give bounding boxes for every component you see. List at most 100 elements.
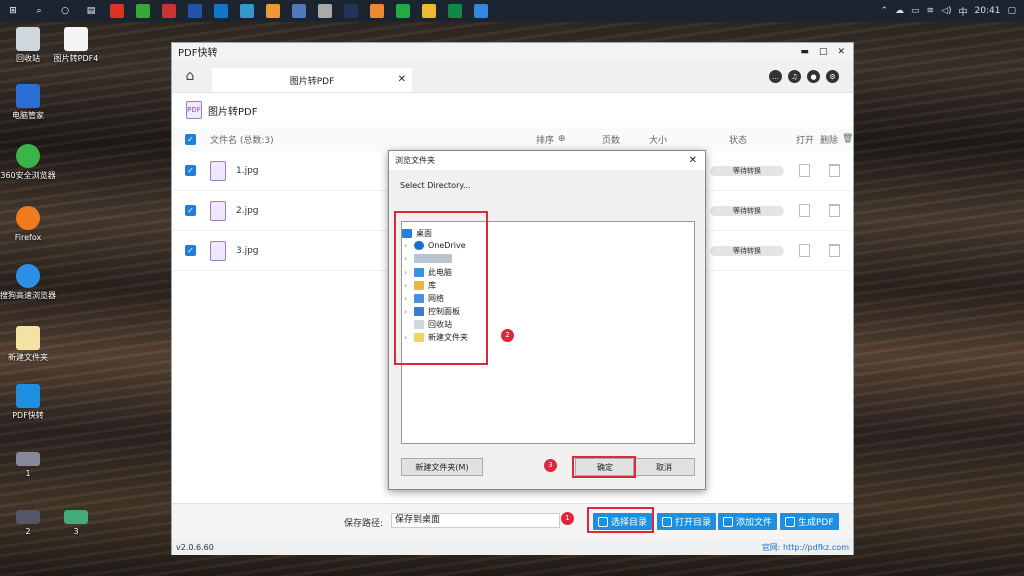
trash-icon[interactable]: [829, 244, 840, 257]
desktop-icon-sogou-browser[interactable]: 搜狗高速浏览器: [0, 264, 56, 301]
select-all-checkbox[interactable]: ✓: [185, 133, 196, 145]
search-icon[interactable]: ⌕: [32, 4, 46, 18]
desktop-icon-360-browser[interactable]: 360安全浏览器: [0, 144, 56, 181]
desktop-icon-pdf-kuaizhuan[interactable]: PDF快转: [0, 384, 56, 421]
excel-icon[interactable]: [448, 4, 462, 18]
status-badge: 等待转换: [710, 165, 784, 176]
chevron-up-icon[interactable]: ⌃: [880, 6, 888, 16]
app-icon-3[interactable]: [162, 4, 176, 18]
firefox-icon: [16, 206, 40, 230]
cortana-icon[interactable]: ○: [58, 4, 72, 18]
col-pages: 页数: [602, 135, 621, 146]
delete-all-icon[interactable]: 🗑: [842, 134, 853, 144]
notification-icon[interactable]: ▢: [1007, 6, 1016, 16]
app-icon-5[interactable]: [292, 4, 306, 18]
headset-icon[interactable]: ♫: [788, 70, 801, 83]
pdf-app-taskbar-icon[interactable]: [474, 4, 488, 18]
user-icon[interactable]: ●: [807, 70, 820, 83]
row-checkbox[interactable]: ✓: [185, 245, 196, 256]
bottom-bar: 保存路径: 保存到桌面 选择目录 打开目录 添加文件 生成PDF: [172, 503, 853, 539]
clock[interactable]: 20:41: [975, 6, 1001, 16]
dialog-subtitle: Select Directory...: [400, 181, 471, 190]
col-status: 状态: [729, 135, 748, 146]
version-label: v2.0.6.60: [176, 542, 214, 552]
image-thumbnail-icon: [16, 510, 40, 524]
generate-pdf-button[interactable]: 生成PDF: [780, 513, 839, 530]
desktop-icon-pc-manager[interactable]: 电脑管家: [0, 84, 56, 121]
chat-icon[interactable]: …: [769, 70, 782, 83]
sogou-browser-icon: [16, 264, 40, 288]
image-file-icon: [210, 201, 226, 221]
open-file-icon[interactable]: [799, 204, 810, 217]
image-thumbnail-icon: [64, 510, 88, 524]
cloud-icon[interactable]: ☁: [895, 6, 904, 16]
open-file-icon[interactable]: [799, 244, 810, 257]
row-checkbox[interactable]: ✓: [185, 205, 196, 216]
pdf-icon: PDF: [186, 101, 202, 119]
maximize-icon[interactable]: □: [819, 47, 828, 57]
gear-icon[interactable]: ⚙: [826, 70, 839, 83]
word-icon[interactable]: [188, 4, 202, 18]
battery-icon[interactable]: ▭: [911, 6, 920, 16]
add-file-button[interactable]: 添加文件: [718, 513, 778, 530]
desktop: 回收站 图片转PDF4 电脑管家 360安全浏览器 Firefox 搜狗高速浏览…: [0, 22, 110, 576]
wechat-icon[interactable]: [396, 4, 410, 18]
desktop-icon-image-3[interactable]: 3: [48, 510, 104, 537]
home-icon[interactable]: ⌂: [172, 59, 208, 92]
cancel-button[interactable]: 取消: [633, 458, 695, 476]
step-badge-3: 3: [544, 459, 557, 472]
tab-close-icon[interactable]: ✕: [398, 74, 406, 85]
app-icon-7[interactable]: [370, 4, 384, 18]
desktop-icon-folder-pdf4[interactable]: 图片转PDF4: [48, 27, 104, 64]
system-tray: ⌃ ☁ ▭ ≋ ◁) 中 20:41 ▢: [880, 5, 1024, 18]
app-icon-6[interactable]: [318, 4, 332, 18]
status-bar: v2.0.6.60 官网: http://pdfkz.com: [172, 539, 853, 555]
folder-icon[interactable]: [422, 4, 436, 18]
col-sort[interactable]: 排序: [536, 133, 554, 146]
chrome-icon[interactable]: [266, 4, 280, 18]
desktop-icon-firefox[interactable]: Firefox: [0, 206, 56, 243]
open-directory-button[interactable]: 打开目录: [657, 513, 717, 530]
desktop-icon-new-folder[interactable]: 新建文件夹: [0, 326, 56, 363]
row-checkbox[interactable]: ✓: [185, 165, 196, 176]
browser-360-icon: [16, 144, 40, 168]
app-icon-2[interactable]: [136, 4, 150, 18]
desktop-icon-image-1[interactable]: 1: [0, 452, 56, 479]
new-folder-button[interactable]: 新建文件夹(M): [401, 458, 483, 476]
trash-icon[interactable]: [829, 204, 840, 217]
minimize-icon[interactable]: ▬: [800, 47, 809, 57]
dialog-title: 浏览文件夹: [395, 156, 435, 165]
ime-indicator[interactable]: 中: [959, 5, 968, 18]
trash-icon[interactable]: [829, 164, 840, 177]
save-path-input[interactable]: 保存到桌面: [391, 513, 560, 528]
image-thumbnail-icon: [16, 452, 40, 466]
app-icon-4[interactable]: [240, 4, 254, 18]
col-delete: 删除: [820, 135, 839, 146]
wifi-icon[interactable]: ≋: [927, 6, 935, 16]
save-path-label: 保存路径:: [344, 519, 384, 529]
taskbar: ⊞ ⌕ ○ ▤ ⌃ ☁ ▭ ≋ ◁) 中 20:41 ▢: [0, 0, 1024, 22]
file-icon: [64, 27, 88, 51]
col-name: 文件名 (总数:3): [210, 135, 274, 146]
step-badge-2: 2: [501, 329, 514, 342]
edge-icon[interactable]: [214, 4, 228, 18]
app-icon-1[interactable]: [110, 4, 124, 18]
tab-label: 图片转PDF: [289, 76, 335, 87]
close-icon[interactable]: ✕: [837, 47, 845, 57]
windows-start-icon[interactable]: ⊞: [6, 4, 20, 18]
image-file-icon: [210, 241, 226, 261]
website-link[interactable]: 官网: http://pdfkz.com: [762, 542, 849, 553]
dialog-close-icon[interactable]: ✕: [689, 155, 705, 166]
tab-image-to-pdf[interactable]: 图片转PDF ✕: [212, 68, 412, 92]
sort-icon[interactable]: ⊕: [558, 134, 566, 144]
highlight-ok-button: [572, 456, 636, 478]
image-file-icon: [210, 161, 226, 181]
pdf-kuaizhuan-icon: [16, 384, 40, 408]
recycle-bin-icon: [16, 27, 40, 51]
photoshop-icon[interactable]: [344, 4, 358, 18]
volume-icon[interactable]: ◁): [941, 6, 951, 16]
plus-icon: [723, 516, 733, 527]
task-view-icon[interactable]: ▤: [84, 4, 98, 18]
open-file-icon[interactable]: [799, 164, 810, 177]
dialog-titlebar: 浏览文件夹 ✕: [389, 151, 705, 170]
